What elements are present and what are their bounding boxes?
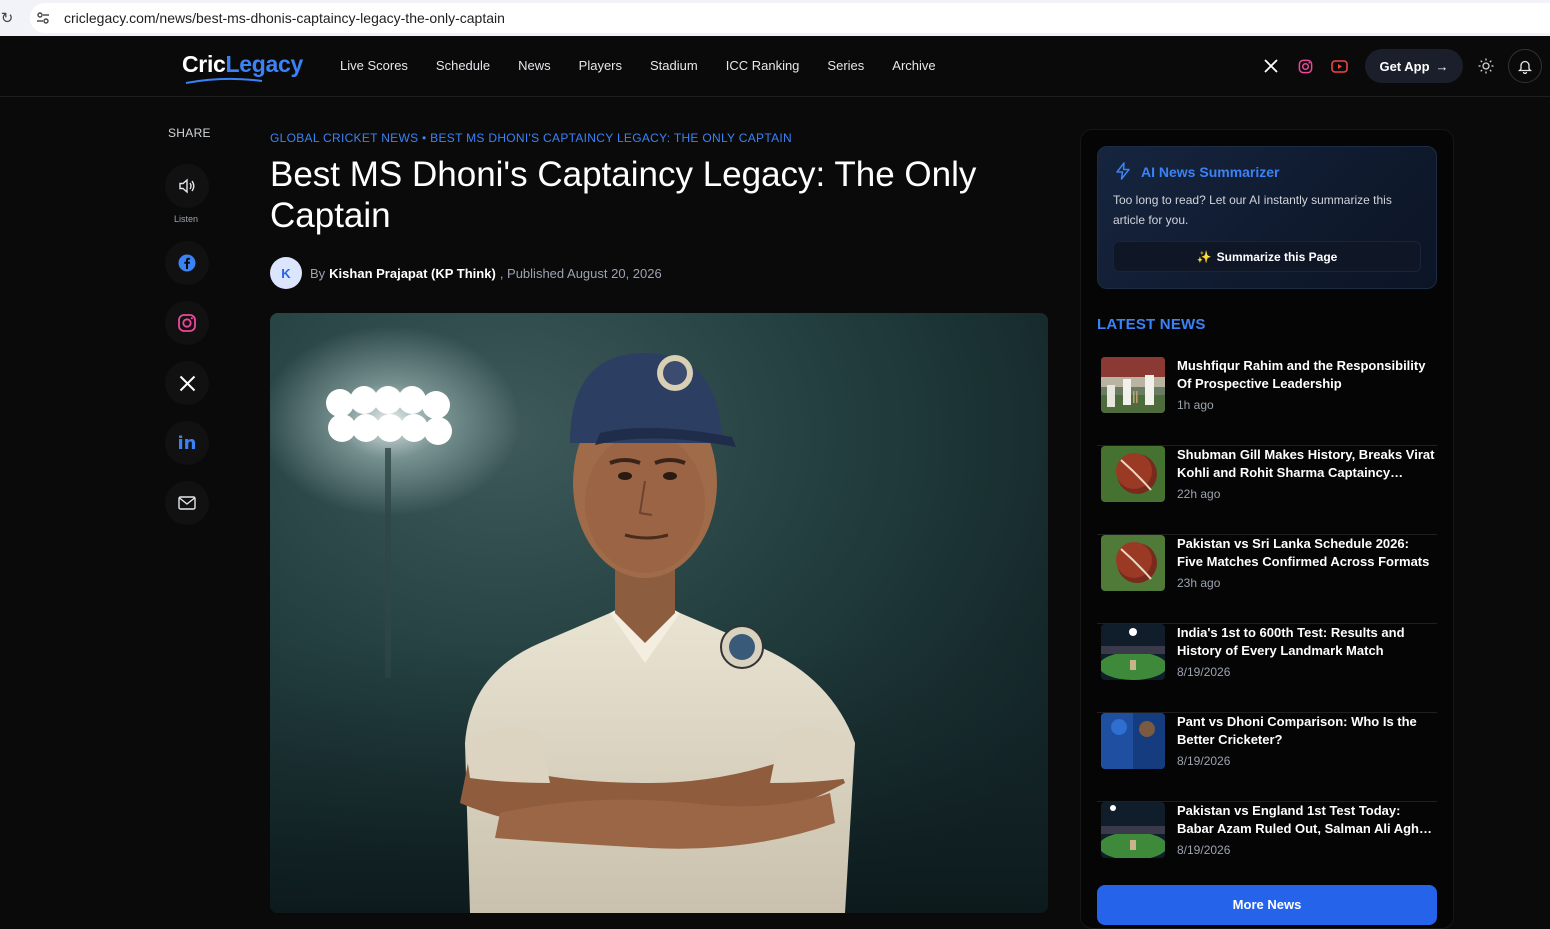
nav-news[interactable]: News [518, 58, 551, 73]
nav-schedule[interactable]: Schedule [436, 58, 490, 73]
byline-by: By [310, 265, 326, 281]
share-label: SHARE [168, 126, 211, 140]
news-time: 8/19/2026 [1177, 665, 1231, 679]
news-time: 8/19/2026 [1177, 754, 1231, 768]
listen-label: Listen [174, 214, 199, 224]
theme-toggle-sun-icon[interactable] [1474, 54, 1498, 78]
site-logo[interactable]: CricLegacy [182, 51, 304, 84]
share-email-button[interactable] [165, 481, 209, 525]
news-headline[interactable]: Mushfiqur Rahim and the Responsibility O… [1177, 357, 1435, 393]
facebook-icon [178, 254, 196, 272]
reload-icon[interactable]: ↻ [0, 7, 18, 29]
x-twitter-icon[interactable] [1261, 56, 1281, 76]
author-avatar[interactable]: K [270, 257, 302, 289]
summarize-label: Summarize this Page [1216, 249, 1338, 264]
arrow-right-icon: → [1435, 58, 1449, 74]
logo-legacy: Legacy [225, 51, 304, 77]
listen-button[interactable] [165, 164, 209, 208]
browser-url-bar: ↻ criclegacy.com/news/best-ms-dhonis-cap… [0, 0, 1550, 36]
latest-news-item[interactable]: Mushfiqur Rahim and the Responsibility O… [1097, 357, 1437, 446]
share-linkedin-button[interactable]: in [165, 421, 209, 465]
url-text[interactable]: criclegacy.com/news/best-ms-dhonis-capta… [64, 10, 505, 26]
latest-news-heading: LATEST NEWS [1097, 316, 1206, 333]
news-headline[interactable]: India's 1st to 600th Test: Results and H… [1177, 624, 1435, 660]
sparkles-icon: ✨ [1196, 249, 1212, 264]
captain-photo-illustration [270, 313, 1048, 913]
news-thumbnail [1101, 357, 1165, 413]
latest-news-item[interactable]: Pakistan vs England 1st Test Today: Baba… [1097, 802, 1437, 891]
lightning-icon [1116, 162, 1130, 180]
news-thumbnail [1101, 713, 1165, 769]
latest-news-item[interactable]: Shubman Gill Makes History, Breaks Virat… [1097, 446, 1437, 535]
share-x-button[interactable] [165, 361, 209, 405]
breadcrumb[interactable]: GLOBAL CRICKET NEWS • BEST MS DHONI'S CA… [270, 131, 792, 145]
latest-news-item[interactable]: Pakistan vs Sri Lanka Schedule 2026: Fiv… [1097, 535, 1437, 624]
news-headline[interactable]: Pakistan vs Sri Lanka Schedule 2026: Fiv… [1177, 535, 1435, 571]
get-app-label: Get App [1379, 58, 1430, 74]
share-facebook-button[interactable] [165, 241, 209, 285]
news-headline[interactable]: Shubman Gill Makes History, Breaks Virat… [1177, 446, 1435, 482]
news-time: 1h ago [1177, 398, 1214, 412]
more-news-button[interactable]: More News [1097, 885, 1437, 925]
news-thumbnail [1101, 446, 1165, 502]
article-byline: K By Kishan Prajapat (KP Think) , Publis… [270, 257, 662, 289]
article-title: Best MS Dhoni's Captaincy Legacy: The On… [270, 155, 977, 235]
nav-archive[interactable]: Archive [892, 58, 935, 73]
get-app-button[interactable]: Get App → [1365, 49, 1463, 83]
nav-live-scores[interactable]: Live Scores [340, 58, 408, 73]
mail-icon [178, 496, 196, 510]
share-instagram-button[interactable] [165, 301, 209, 345]
news-thumbnail [1101, 624, 1165, 680]
news-time: 23h ago [1177, 576, 1221, 590]
instagram-icon [178, 314, 196, 332]
nav-series[interactable]: Series [827, 58, 864, 73]
latest-news-item[interactable]: India's 1st to 600th Test: Results and H… [1097, 624, 1437, 713]
published-date: , Published August 20, 2026 [499, 265, 662, 281]
nav-icc-ranking[interactable]: ICC Ranking [726, 58, 800, 73]
news-headline[interactable]: Pakistan vs England 1st Test Today: Baba… [1177, 802, 1435, 838]
x-twitter-icon [179, 375, 195, 391]
news-thumbnail [1101, 802, 1165, 858]
news-headline[interactable]: Pant vs Dhoni Comparison: Who Is the Bet… [1177, 713, 1435, 749]
notification-bell-icon[interactable] [1508, 49, 1542, 83]
article-hero-image [270, 313, 1048, 913]
linkedin-icon: in [177, 432, 197, 454]
logo-swoosh-icon [185, 77, 263, 84]
youtube-icon[interactable] [1329, 56, 1349, 76]
ai-summarizer-description: Too long to read? Let our AI instantly s… [1113, 193, 1392, 227]
instagram-icon[interactable] [1295, 56, 1315, 76]
news-thumbnail [1101, 535, 1165, 591]
site-header: CricLegacy Live Scores Schedule News Pla… [0, 36, 1550, 97]
nav-players[interactable]: Players [579, 58, 622, 73]
nav-stadium[interactable]: Stadium [650, 58, 698, 73]
main-nav: Live Scores Schedule News Players Stadiu… [340, 58, 964, 73]
news-time: 8/19/2026 [1177, 843, 1231, 857]
latest-news-item[interactable]: Pant vs Dhoni Comparison: Who Is the Bet… [1097, 713, 1437, 802]
speaker-icon [179, 178, 195, 194]
ai-summarizer-title: AI News Summarizer [1141, 164, 1280, 180]
logo-cric: Cric [182, 51, 226, 77]
site-settings-icon[interactable] [30, 5, 56, 31]
summarize-page-button[interactable]: ✨ Summarize this Page [1113, 241, 1421, 272]
news-time: 22h ago [1177, 487, 1221, 501]
author-name[interactable]: Kishan Prajapat (KP Think) [329, 266, 496, 281]
